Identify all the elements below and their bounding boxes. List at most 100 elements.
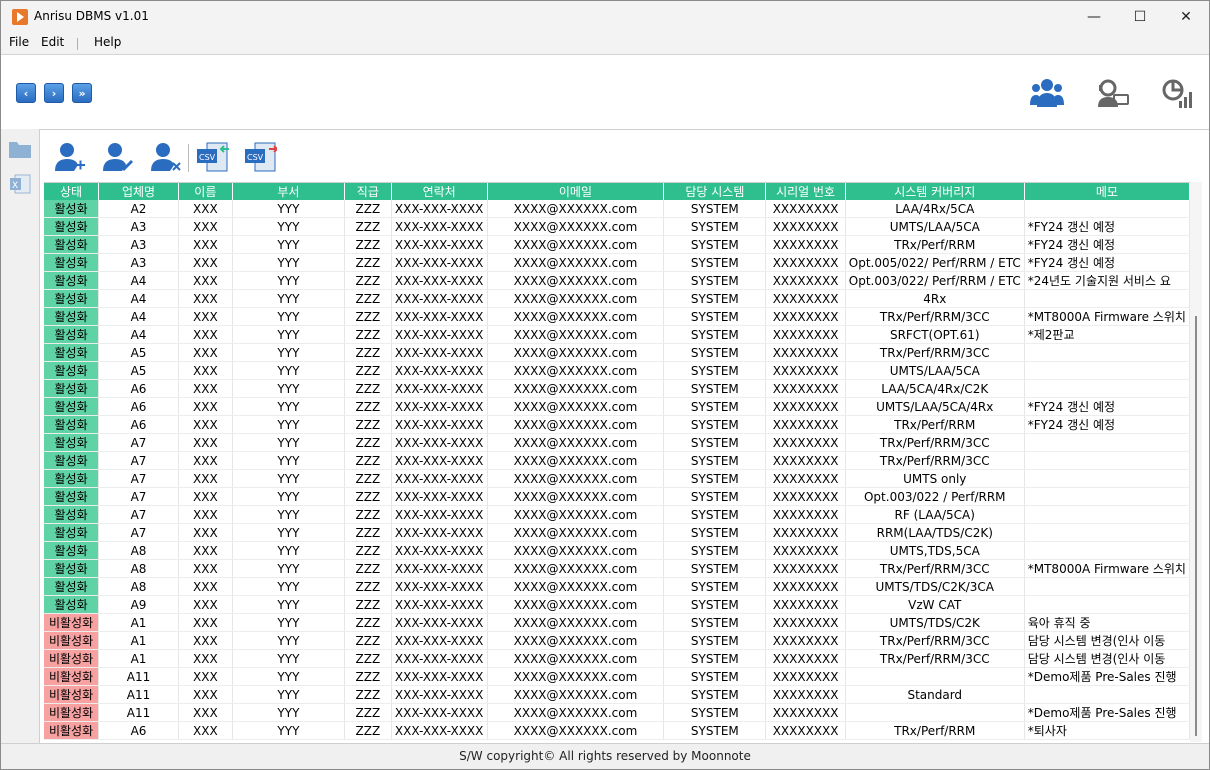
column-header-company[interactable]: 업체명	[98, 183, 179, 200]
cell-status[interactable]: 활성화	[44, 415, 100, 434]
cell-status[interactable]: 활성화	[44, 487, 100, 506]
cell-status[interactable]: 활성화	[44, 253, 100, 272]
menu-file[interactable]: File	[9, 35, 29, 49]
cell-coverage[interactable]: Opt.003/022/ Perf/RRM / ETC	[845, 271, 1025, 290]
cell-serial[interactable]: XXXXXXXX	[765, 253, 846, 272]
cell-serial[interactable]: XXXXXXXX	[765, 559, 846, 578]
cell-department[interactable]: YYY	[232, 433, 346, 452]
cell-name[interactable]: XXX	[178, 200, 233, 218]
cell-memo[interactable]	[1024, 487, 1190, 506]
cell-serial[interactable]: XXXXXXXX	[765, 289, 846, 308]
cell-phone[interactable]: XXX-XXX-XXXX	[391, 577, 488, 596]
cell-memo[interactable]: *제2판교	[1024, 325, 1190, 344]
cell-serial[interactable]: XXXXXXXX	[765, 451, 846, 470]
table-row[interactable]: 활성화 A6 XXX YYY ZZZ XXX-XXX-XXXX XXXX@XXXXXX.co…	[44, 397, 1190, 416]
table-row[interactable]: 활성화 A6 XXX YYY ZZZ XXX-XXX-XXXX XXXX@XXXXXX.co…	[44, 415, 1190, 434]
cell-phone[interactable]: XXX-XXX-XXXX	[391, 235, 488, 254]
cell-memo[interactable]: *FY24 갱신 예정	[1024, 253, 1190, 272]
cell-coverage[interactable]: UMTS/TDS/C2K/3CA	[845, 577, 1025, 596]
cell-position[interactable]: ZZZ	[344, 415, 392, 434]
cell-department[interactable]: YYY	[232, 200, 346, 218]
cell-email[interactable]: XXXX@XXXXXX.com	[487, 397, 665, 416]
cell-phone[interactable]: XXX-XXX-XXXX	[391, 379, 488, 398]
cell-position[interactable]: ZZZ	[344, 721, 392, 740]
cell-coverage[interactable]: UMTS/LAA/5CA/4Rx	[845, 397, 1025, 416]
column-header-system[interactable]: 담당 시스템	[663, 183, 767, 200]
cell-email[interactable]: XXXX@XXXXXX.com	[487, 235, 665, 254]
cell-system[interactable]: SYSTEM	[663, 397, 767, 416]
cell-phone[interactable]: XXX-XXX-XXXX	[391, 613, 488, 632]
cell-name[interactable]: XXX	[178, 361, 233, 380]
cell-phone[interactable]: XXX-XXX-XXXX	[391, 415, 488, 434]
cell-name[interactable]: XXX	[178, 253, 233, 272]
cell-company[interactable]: A1	[98, 649, 179, 668]
cell-company[interactable]: A11	[98, 667, 179, 686]
cell-company[interactable]: A8	[98, 577, 179, 596]
cell-company[interactable]: A7	[98, 469, 179, 488]
table-row[interactable]: 활성화 A4 XXX YYY ZZZ XXX-XXX-XXXX XXXX@XXXXXX.co…	[44, 325, 1190, 344]
close-button[interactable]: ✕	[1163, 1, 1209, 33]
cell-position[interactable]: ZZZ	[344, 361, 392, 380]
column-header-status[interactable]: 상태	[44, 183, 100, 200]
cell-email[interactable]: XXXX@XXXXXX.com	[487, 649, 665, 668]
cell-email[interactable]: XXXX@XXXXXX.com	[487, 469, 665, 488]
cell-name[interactable]: XXX	[178, 667, 233, 686]
cell-department[interactable]: YYY	[232, 703, 346, 722]
cell-status[interactable]: 활성화	[44, 433, 100, 452]
cell-system[interactable]: SYSTEM	[663, 685, 767, 704]
cell-company[interactable]: A9	[98, 595, 179, 614]
cell-department[interactable]: YYY	[232, 613, 346, 632]
cell-company[interactable]: A2	[98, 200, 179, 218]
cell-name[interactable]: XXX	[178, 343, 233, 362]
cell-coverage[interactable]: UMTS only	[845, 469, 1025, 488]
table-row[interactable]: 활성화 A7 XXX YYY ZZZ XXX-XXX-XXXX XXXX@XXXXXX.co…	[44, 487, 1190, 506]
cell-status[interactable]: 활성화	[44, 289, 100, 308]
cell-system[interactable]: SYSTEM	[663, 325, 767, 344]
cell-company[interactable]: A11	[98, 703, 179, 722]
cell-position[interactable]: ZZZ	[344, 523, 392, 542]
cell-status[interactable]: 비활성화	[44, 613, 100, 632]
cell-memo[interactable]: *FY24 갱신 예정	[1024, 217, 1190, 236]
cell-name[interactable]: XXX	[178, 397, 233, 416]
cell-phone[interactable]: XXX-XXX-XXXX	[391, 433, 488, 452]
cell-department[interactable]: YYY	[232, 217, 346, 236]
cell-position[interactable]: ZZZ	[344, 307, 392, 326]
cell-phone[interactable]: XXX-XXX-XXXX	[391, 397, 488, 416]
cell-status[interactable]: 활성화	[44, 595, 100, 614]
cell-system[interactable]: SYSTEM	[663, 361, 767, 380]
cell-coverage[interactable]: RRM(LAA/TDS/C2K)	[845, 523, 1025, 542]
cell-name[interactable]: XXX	[178, 685, 233, 704]
cell-coverage[interactable]: TRx/Perf/RRM/3CC	[845, 343, 1025, 362]
cell-email[interactable]: XXXX@XXXXXX.com	[487, 559, 665, 578]
cell-serial[interactable]: XXXXXXXX	[765, 523, 846, 542]
cell-serial[interactable]: XXXXXXXX	[765, 703, 846, 722]
cell-email[interactable]: XXXX@XXXXXX.com	[487, 541, 665, 560]
cell-memo[interactable]: *Demo제품 Pre-Sales 진행	[1024, 667, 1190, 686]
cell-company[interactable]: A6	[98, 415, 179, 434]
cell-email[interactable]: XXXX@XXXXXX.com	[487, 451, 665, 470]
cell-position[interactable]: ZZZ	[344, 379, 392, 398]
cell-email[interactable]: XXXX@XXXXXX.com	[487, 253, 665, 272]
csv-export-icon[interactable]: CSV	[243, 140, 277, 174]
cell-system[interactable]: SYSTEM	[663, 541, 767, 560]
cell-status[interactable]: 활성화	[44, 397, 100, 416]
cell-phone[interactable]: XXX-XXX-XXXX	[391, 631, 488, 650]
cell-department[interactable]: YYY	[232, 271, 346, 290]
table-row[interactable]: 비활성화 A11 XXX YYY ZZZ XXX-XXX-XXXX XXXX@XXXXXX.…	[44, 667, 1190, 686]
cell-company[interactable]: A7	[98, 523, 179, 542]
cell-serial[interactable]: XXXXXXXX	[765, 397, 846, 416]
cell-system[interactable]: SYSTEM	[663, 469, 767, 488]
csv-import-icon[interactable]: CSV	[195, 140, 229, 174]
column-header-memo[interactable]: 메모	[1024, 183, 1190, 200]
cell-coverage[interactable]: UMTS/LAA/5CA	[845, 361, 1025, 380]
cell-name[interactable]: XXX	[178, 289, 233, 308]
cell-serial[interactable]: XXXXXXXX	[765, 433, 846, 452]
cell-serial[interactable]: XXXXXXXX	[765, 325, 846, 344]
cell-serial[interactable]: XXXXXXXX	[765, 361, 846, 380]
cell-memo[interactable]	[1024, 379, 1190, 398]
cell-status[interactable]: 활성화	[44, 307, 100, 326]
contacts-grid[interactable]: 상태 업체명 이름 부서 직급 연락처 이메일 담당 시스템 시리얼 번호 시스템 커버리지 메모 …	[44, 182, 1190, 743]
cell-coverage[interactable]: TRx/Perf/RRM/3CC	[845, 433, 1025, 452]
column-header-phone[interactable]: 연락처	[391, 183, 488, 200]
cell-phone[interactable]: XXX-XXX-XXXX	[391, 217, 488, 236]
